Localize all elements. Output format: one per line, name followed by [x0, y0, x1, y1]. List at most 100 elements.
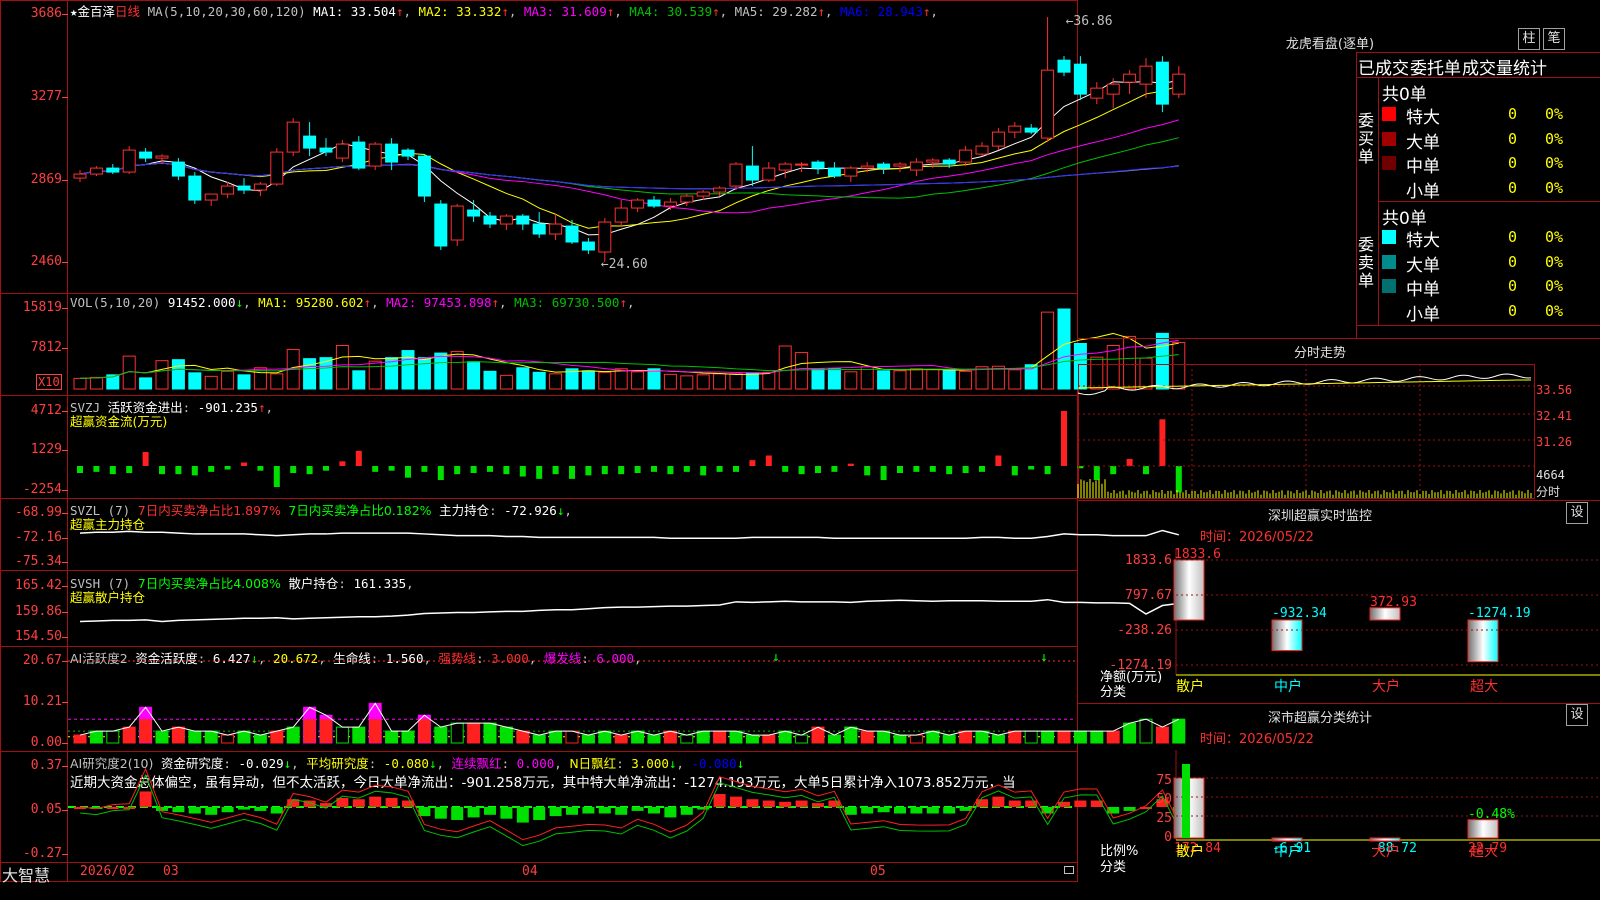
sz-category-settings-button[interactable]: 设 — [1566, 704, 1588, 726]
volume-bar — [139, 377, 153, 390]
ai-active-bar — [385, 730, 399, 744]
candle-body — [1123, 73, 1137, 83]
volume-bar — [303, 358, 317, 390]
ai-active-bar — [270, 730, 284, 744]
sz-monitor-chart[interactable]: 1833.6散户-932.34中户372.93大户-1274.19超大 — [1078, 540, 1600, 715]
ai-active-bar-base — [369, 719, 382, 743]
sz-category-top — [1078, 703, 1600, 704]
order-pct: 0% — [1545, 154, 1564, 172]
y-tick-label: 165.42 — [15, 578, 62, 593]
column-view-button[interactable]: 柱 — [1518, 28, 1540, 50]
tab-volume-stats[interactable]: 成交量统计 — [1462, 54, 1547, 79]
intraday-chart[interactable] — [1077, 364, 1535, 499]
candle-body — [450, 205, 464, 241]
volume-bar — [811, 368, 825, 390]
ai-active-bar — [909, 734, 923, 744]
ai-active-bar — [991, 734, 1005, 744]
ai-active-bar — [778, 730, 792, 744]
volume-bar — [434, 352, 448, 390]
volume-bar — [499, 374, 513, 390]
volume-bar — [483, 370, 497, 390]
svzj-bar — [946, 466, 953, 475]
svzj-bar — [929, 466, 936, 472]
ai-active-chart[interactable]: ↓ ↓ — [68, 647, 1186, 751]
svzj-bar — [847, 463, 854, 466]
volume-bar — [860, 366, 874, 390]
stroke-view-button[interactable]: 笔 — [1543, 28, 1565, 50]
svzj-bar — [1061, 411, 1067, 466]
ai-active-bar — [795, 734, 809, 744]
svzj-bar — [1028, 466, 1035, 470]
ai-active-bar — [286, 726, 300, 744]
ai-active-bar — [483, 722, 497, 744]
intraday-avg-line — [1077, 379, 1531, 389]
brand-label[interactable]: 大智慧 — [2, 862, 50, 886]
ai-research-bar — [615, 807, 628, 815]
candle-body — [204, 193, 218, 201]
intraday-y-tick: 32.41 — [1536, 409, 1573, 423]
sz-category-chart[interactable]: 172.84散户 -6.91中户 -88.72大户 22.79超大-0.48% — [1078, 740, 1600, 900]
ai-active-bar — [73, 734, 87, 744]
svzj-bar — [962, 466, 969, 474]
candle-body — [713, 187, 727, 193]
ai-research-bar — [467, 807, 480, 818]
order-count: 0 — [1508, 129, 1518, 148]
volume-chart[interactable] — [68, 294, 1186, 395]
order-count: 0 — [1508, 277, 1518, 295]
candle-body — [434, 203, 448, 247]
ai-research-bar — [861, 807, 874, 814]
sz-monitor-settings-button[interactable]: 设 — [1566, 502, 1588, 524]
volume-bar — [1041, 311, 1055, 390]
svzj-chart[interactable] — [68, 396, 1182, 498]
svzj-bar — [372, 466, 379, 472]
volume-bar — [680, 375, 694, 390]
ai-active-bar — [155, 730, 169, 744]
ai-active-bar — [745, 734, 759, 744]
volume-bar — [877, 370, 891, 390]
svzj-bar — [651, 466, 657, 472]
candle-body — [811, 161, 825, 169]
ai-active-bar — [171, 726, 185, 744]
volume-bar — [795, 352, 809, 390]
ai-research-bar — [533, 807, 546, 820]
ai-active-bar — [598, 730, 612, 744]
candle-body — [106, 167, 120, 173]
ai-research-bar — [434, 807, 447, 819]
lock-icon[interactable] — [1064, 866, 1074, 874]
ai-active-bar — [122, 726, 136, 744]
candlestick-chart[interactable]: ←36.86 ←24.60 — [68, 0, 1186, 293]
ai-research-bar — [385, 797, 398, 807]
svzj-bar — [208, 466, 215, 472]
ai-active-bar — [581, 734, 595, 744]
volume-bar — [631, 371, 645, 390]
candle-body — [237, 185, 251, 191]
category-bar — [1173, 559, 1205, 621]
ai-active-bar — [401, 730, 415, 744]
candle-body — [335, 143, 349, 159]
svzj-bar — [487, 466, 493, 472]
ai-active-bar — [253, 734, 267, 744]
tab-orders[interactable]: 委托单 — [1410, 54, 1461, 79]
candle-body — [926, 159, 940, 163]
order-count: 0 — [1508, 228, 1518, 246]
ai-research-chart[interactable] — [68, 752, 1185, 862]
order-count: 0 — [1508, 178, 1518, 197]
tab-filled[interactable]: 已成交 — [1358, 54, 1409, 79]
ma-line — [79, 162, 1179, 190]
ai-active-bar — [877, 730, 891, 744]
ai-research-bar — [369, 796, 382, 807]
order-pct: 0% — [1545, 178, 1564, 197]
candle-body — [221, 185, 235, 195]
svzl-chart[interactable] — [68, 499, 1179, 570]
dragon-tiger-title: 龙虎看盘(逐单) — [1285, 37, 1375, 52]
candle-body — [729, 163, 743, 187]
svsh-chart[interactable] — [68, 571, 1179, 646]
svzj-bar — [437, 466, 444, 481]
buy-side-label: 委买单 — [1358, 111, 1375, 166]
ai-active-bar — [1024, 730, 1038, 744]
volume-bar — [532, 371, 546, 390]
ai-research-bar — [648, 807, 660, 814]
candle-body — [647, 199, 661, 207]
intraday-y-tick: 31.26 — [1536, 435, 1573, 449]
candle-body — [844, 167, 858, 177]
